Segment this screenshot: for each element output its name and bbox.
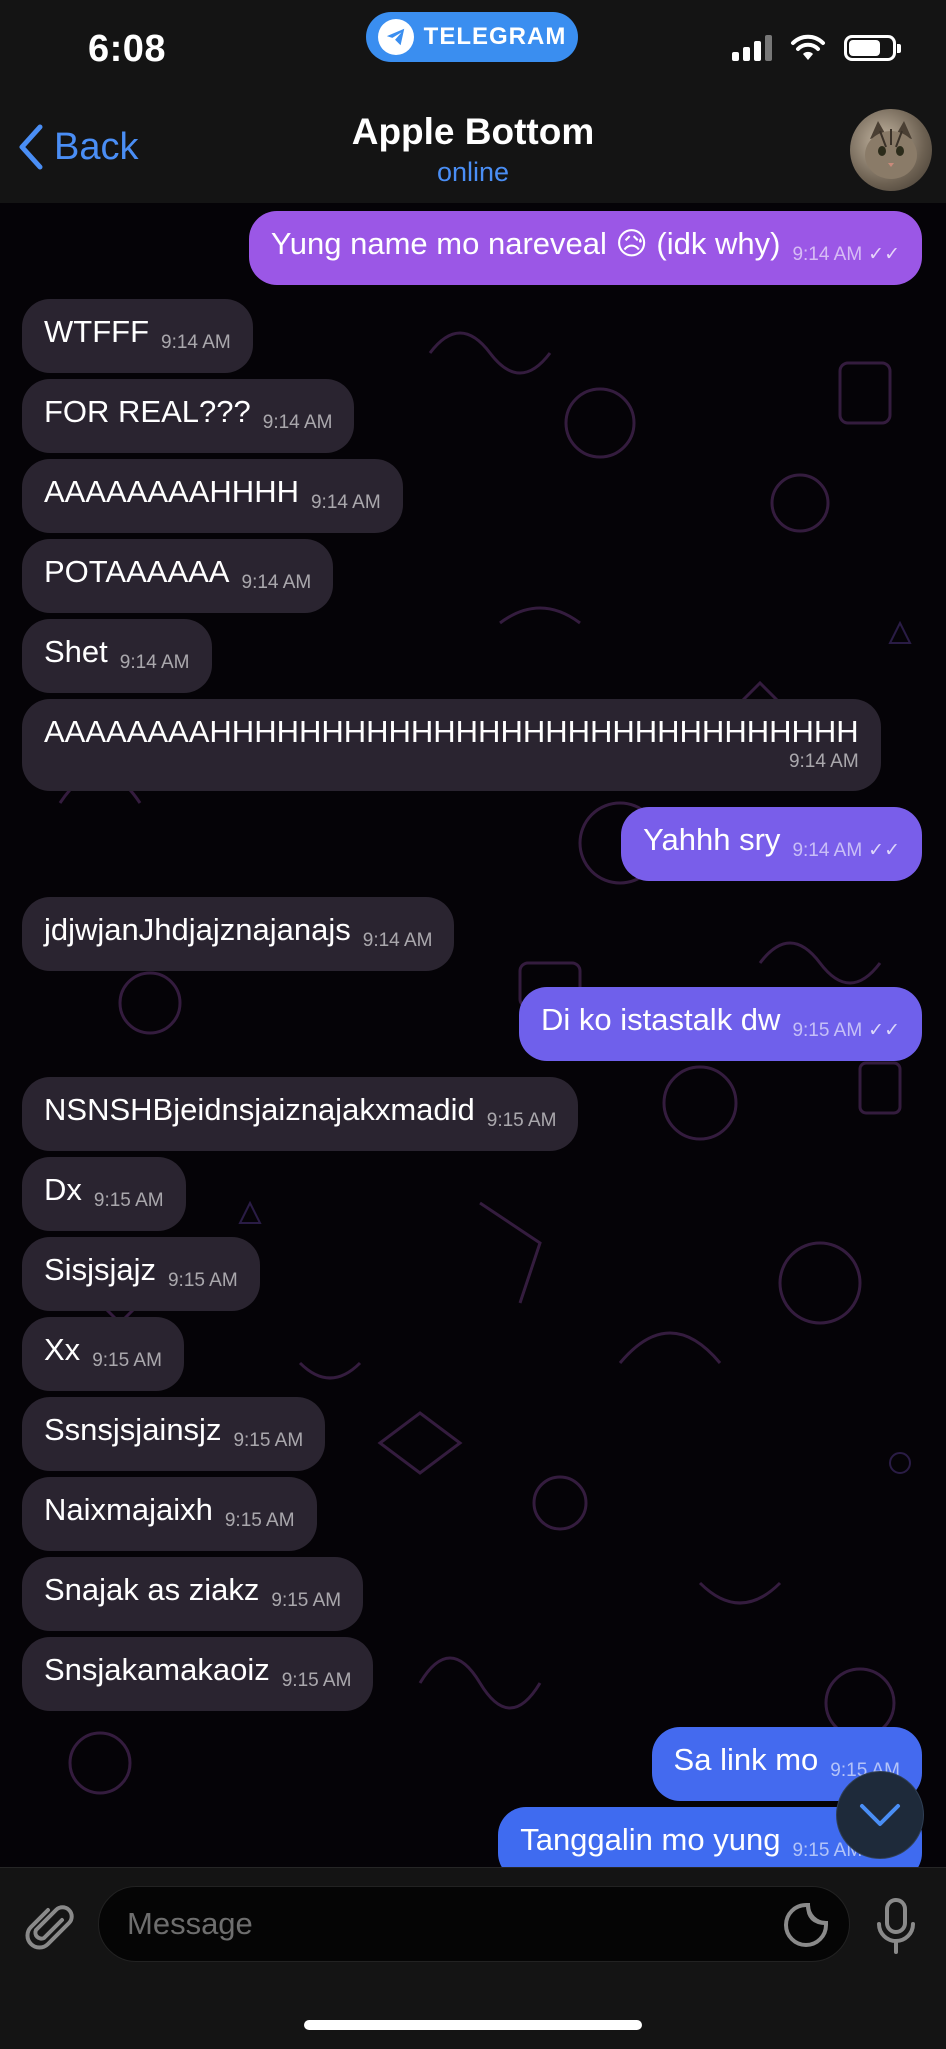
message-time: 9:15 AM	[167, 1270, 238, 1291]
attach-button[interactable]	[20, 1898, 80, 1958]
message-time: 9:14 AM	[792, 244, 863, 265]
message-time: 9:14 AM	[119, 652, 190, 673]
telegram-pill-label: TELEGRAM	[423, 23, 567, 50]
message-text: Ssnsjsjainsjz	[44, 1412, 222, 1447]
message-time: 9:15 AM	[93, 1190, 164, 1211]
message-time: 9:14 AM	[161, 332, 231, 353]
message-time: 9:14 AM	[362, 930, 433, 951]
sticker-button[interactable]	[782, 1901, 830, 1949]
incoming-message[interactable]: Xx 9:15 AM	[22, 1317, 184, 1391]
message-time: 9:15 AM	[792, 1020, 863, 1041]
incoming-message[interactable]: Snajak as ziakz 9:15 AM	[22, 1557, 364, 1631]
outgoing-message[interactable]: Yahhh sry 9:14 AM ✓✓	[621, 807, 922, 881]
message-text: Tanggalin mo yung	[520, 1822, 781, 1857]
read-check-icon: ✓✓	[868, 244, 900, 265]
message-text: jdjwjanJhdjajznajanajs	[44, 912, 351, 947]
incoming-message[interactable]: Snsjakamakaoiz 9:15 AM	[22, 1637, 374, 1711]
message-time: 9:15 AM	[281, 1670, 352, 1691]
incoming-message[interactable]: jdjwjanJhdjajznajanajs 9:14 AM	[22, 897, 455, 971]
incoming-message[interactable]: Naixmajaixh 9:15 AM	[22, 1477, 317, 1551]
message-time: 9:15 AM	[224, 1510, 295, 1531]
sticker-icon	[784, 1903, 828, 1947]
signal-icon	[732, 35, 772, 61]
message-time: 9:15 AM	[92, 1350, 162, 1371]
scroll-down-button[interactable]	[836, 1771, 924, 1859]
outgoing-message[interactable]: Yung name mo nareveal 😥 (idk why) 9:14 AM…	[248, 211, 922, 285]
paperclip-icon	[25, 1905, 74, 1950]
read-check-icon: ✓✓	[868, 1020, 900, 1041]
status-time: 6:08	[88, 28, 167, 70]
message-text: AAAAAAAAHHHH	[44, 474, 299, 509]
message-time: 9:14 AM	[241, 572, 312, 593]
status-bar: 6:08 TELEGRAM	[0, 0, 946, 95]
message-time: 9:14 AM	[310, 492, 381, 513]
message-list[interactable]: Yung name mo nareveal 😥 (idk why) 9:14 AM…	[0, 203, 946, 1867]
message-text: Dx	[44, 1172, 82, 1207]
outgoing-message[interactable]: Di ko istastalk dw 9:15 AM ✓✓	[518, 987, 922, 1061]
chat-title[interactable]: Apple Bottom	[0, 111, 946, 153]
incoming-message[interactable]: POTAAAAAA 9:14 AM	[22, 539, 334, 613]
microphone-button[interactable]	[866, 1894, 926, 1958]
incoming-message[interactable]: NSNSHBjeidnsjaiznajakxmadid 9:15 AM	[22, 1077, 579, 1151]
message-text: Sa link mo	[673, 1742, 819, 1777]
message-text: Yung name mo nareveal 😥 (idk why)	[270, 226, 781, 261]
battery-icon	[844, 35, 901, 61]
incoming-message[interactable]: Ssnsjsjainsjz 9:15 AM	[22, 1397, 326, 1471]
message-text: Yahhh sry	[643, 822, 781, 857]
message-text: Di ko istastalk dw	[540, 1002, 781, 1037]
message-text: WTFFF	[44, 314, 150, 349]
message-text: Snajak as ziakz	[44, 1572, 260, 1607]
chat-header: Back Apple Bottom online	[0, 95, 946, 204]
message-time: 9:15 AM	[271, 1590, 342, 1611]
message-time: 9:14 AM	[788, 751, 859, 772]
message-time: 9:15 AM	[233, 1430, 304, 1451]
battery-level	[849, 40, 880, 56]
message-text: AAAAAAAAHHHHHHHHHHHHHHHHHHHHHHHHHHHHH	[44, 714, 859, 749]
chat-status: online	[436, 157, 510, 187]
message-text: FOR REAL???	[44, 394, 251, 429]
avatar[interactable]	[850, 109, 932, 191]
cat-avatar-icon	[865, 121, 917, 179]
incoming-message[interactable]: AAAAAAAAHHHH 9:14 AM	[22, 459, 403, 533]
telegram-plane-icon	[377, 19, 414, 55]
read-check-icon: ✓✓	[868, 840, 900, 861]
incoming-message[interactable]: Sisjsjajz 9:15 AM	[22, 1237, 260, 1311]
message-text: Snsjakamakaoiz	[44, 1652, 270, 1687]
incoming-message[interactable]: FOR REAL??? 9:14 AM	[22, 379, 355, 453]
message-time: 9:14 AM	[792, 840, 863, 861]
message-input[interactable]	[98, 1886, 850, 1962]
message-text: Xx	[44, 1332, 81, 1367]
incoming-message[interactable]: Shet 9:14 AM	[22, 619, 212, 693]
microphone-icon	[877, 1898, 915, 1954]
message-text: Shet	[44, 634, 108, 669]
home-indicator[interactable]	[304, 2020, 642, 2030]
message-text: Naixmajaixh	[44, 1492, 213, 1527]
message-text: Sisjsjajz	[44, 1252, 156, 1287]
system-icons	[732, 34, 901, 62]
incoming-message[interactable]: WTFFF 9:14 AM	[22, 299, 253, 373]
message-text: NSNSHBjeidnsjaiznajakxmadid	[44, 1092, 475, 1127]
composer-bar	[0, 1867, 946, 2049]
wifi-icon	[791, 34, 825, 60]
chevron-down-icon	[860, 1804, 900, 1826]
message-text: POTAAAAAA	[44, 554, 230, 589]
incoming-message[interactable]: Dx 9:15 AM	[22, 1157, 186, 1231]
incoming-message[interactable]: AAAAAAAAHHHHHHHHHHHHHHHHHHHHHHHHHHHHH 9:1…	[22, 699, 881, 791]
message-time: 9:15 AM	[486, 1110, 557, 1131]
message-time: 9:14 AM	[262, 412, 333, 433]
telegram-pill[interactable]: TELEGRAM	[366, 12, 578, 62]
